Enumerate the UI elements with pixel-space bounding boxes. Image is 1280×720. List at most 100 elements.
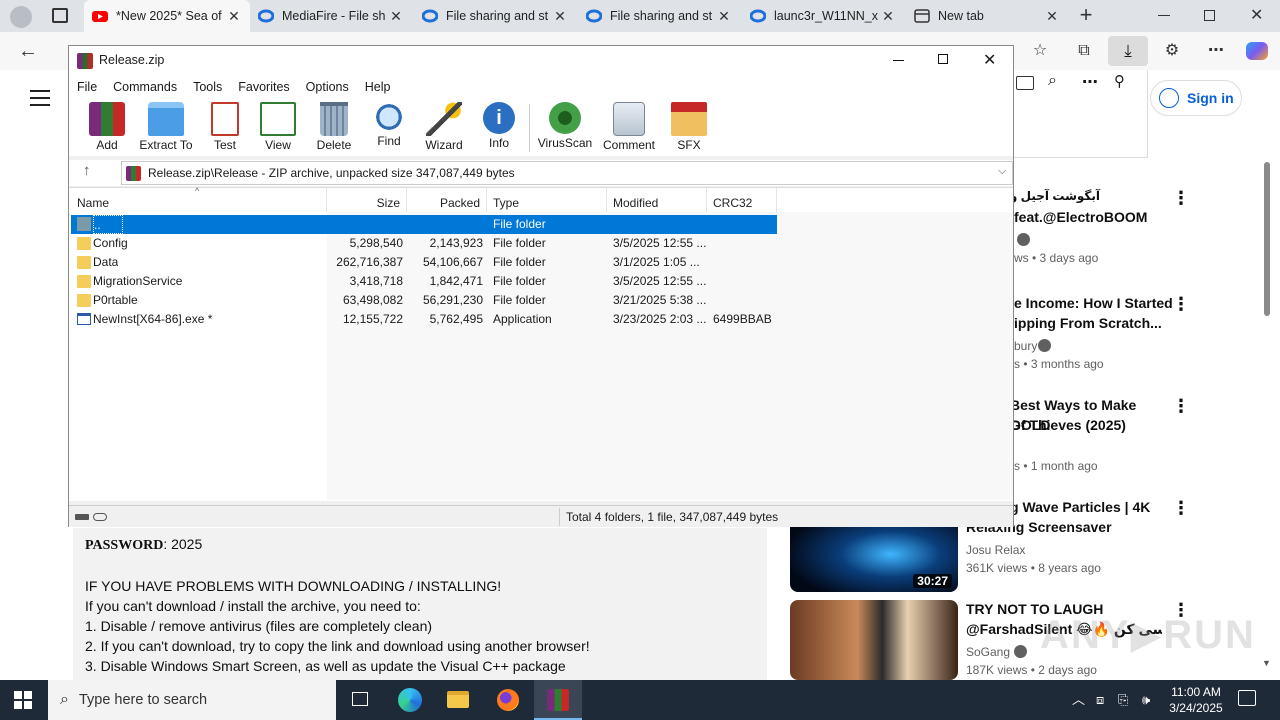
more-actions-icon[interactable]: ⋮	[1172, 498, 1190, 518]
back-arrow-icon[interactable]: ←	[16, 40, 40, 62]
hamburger-menu-icon[interactable]	[30, 90, 50, 106]
close-icon[interactable]: ✕	[388, 8, 404, 25]
related-video-title[interactable]: feat.@ElectroBOOM	[1014, 207, 1164, 227]
winrar-taskbar-icon[interactable]	[534, 680, 582, 720]
close-icon[interactable]: ✕	[1044, 8, 1060, 25]
more-actions-icon[interactable]: ⋮	[1172, 396, 1190, 416]
tab-youtube[interactable]: *New 2025* Sea of ✕	[84, 0, 250, 32]
column-header-packed[interactable]: Packed	[407, 188, 487, 212]
minimize-icon[interactable]	[1158, 15, 1170, 16]
archive-icon	[126, 166, 141, 181]
close-icon[interactable]: ✕	[983, 50, 996, 70]
menu-tools[interactable]: Tools	[185, 76, 230, 98]
close-icon[interactable]: ✕	[880, 8, 896, 25]
delete-button[interactable]: Delete	[311, 102, 357, 154]
close-icon[interactable]: ✕	[716, 8, 732, 25]
file-explorer-icon[interactable]	[434, 680, 482, 720]
column-header-crc32[interactable]: CRC32	[707, 188, 777, 212]
column-header-size[interactable]: Size	[327, 188, 407, 212]
related-video-title[interactable]: ipping From Scratch...	[1014, 313, 1174, 333]
menu-help[interactable]: Help	[357, 76, 399, 98]
scroll-down-icon[interactable]: ▼	[1262, 658, 1271, 668]
firefox-icon[interactable]	[484, 680, 532, 720]
file-type: Application	[493, 312, 552, 326]
favorites-star-icon[interactable]: ☆	[1028, 40, 1052, 62]
file-type: File folder	[493, 236, 546, 250]
pin-icon[interactable]: ⚲	[1114, 72, 1125, 90]
minimize-icon[interactable]	[893, 60, 904, 61]
edge-taskbar-icon[interactable]	[386, 680, 434, 720]
workspaces-icon[interactable]	[52, 8, 68, 23]
sfx-button[interactable]: SFX	[667, 102, 711, 154]
tab-new-tab[interactable]: New tab ✕	[906, 0, 1068, 32]
more-options-icon[interactable]: ⋯	[1204, 40, 1228, 62]
copilot-icon[interactable]	[1246, 42, 1268, 60]
file-row[interactable]: MigrationService 3,418,718 1,842,471 Fil…	[71, 272, 777, 291]
menu-file[interactable]: File	[69, 76, 105, 98]
close-icon[interactable]: ✕	[552, 8, 568, 25]
extensions-icon[interactable]: ⚙	[1160, 40, 1184, 62]
task-view-icon[interactable]	[336, 680, 384, 720]
tab-mediafire[interactable]: MediaFire - File sh ✕	[250, 0, 412, 32]
maximize-icon[interactable]	[938, 54, 948, 64]
wizard-button[interactable]: Wizard	[421, 102, 467, 154]
close-icon[interactable]: ✕	[226, 8, 242, 25]
close-window-icon[interactable]: ✕	[1250, 5, 1263, 25]
tab-file-sharing-1[interactable]: File sharing and st ✕	[414, 0, 576, 32]
column-header-modified[interactable]: Modified	[607, 188, 707, 212]
up-arrow-icon[interactable]: ↑	[83, 162, 91, 179]
search-placeholder: Type here to search	[78, 692, 208, 708]
virusscan-button[interactable]: VirusScan	[537, 102, 593, 154]
related-video-title[interactable]: Of Thieves (2025)	[1010, 415, 1170, 435]
volume-icon[interactable]: 🕪	[1142, 680, 1150, 720]
info-button[interactable]: i Info	[477, 102, 521, 154]
restore-icon[interactable]	[1204, 10, 1215, 21]
collections-icon[interactable]: ⧉	[1072, 40, 1096, 62]
start-windows-icon[interactable]	[14, 691, 32, 709]
view-button[interactable]: View	[255, 102, 301, 154]
file-row[interactable]: Data 262,716,387 54,106,667 File folder …	[71, 253, 777, 272]
more-icon[interactable]: ⋯	[1082, 72, 1098, 92]
related-video-title[interactable]: e Income: How I Started	[1014, 293, 1174, 313]
search-icon[interactable]: ⌕	[1048, 72, 1057, 90]
extract-to-button[interactable]: Extract To	[137, 102, 195, 154]
more-actions-icon[interactable]: ⋮	[1172, 294, 1190, 314]
clock[interactable]: 11:00 AM 3/24/2025	[1164, 680, 1228, 720]
video-thumbnail[interactable]	[790, 600, 958, 680]
path-field[interactable]: Release.zip\Release - ZIP archive, unpac…	[121, 161, 1013, 185]
file-row[interactable]: NewInst[X64-86].exe * 12,155,722 5,762,4…	[71, 310, 777, 329]
menu-favorites[interactable]: Favorites	[230, 76, 297, 98]
menu-options[interactable]: Options	[298, 76, 357, 98]
description-line: If you can't download / install the arch…	[85, 598, 421, 614]
scrollbar[interactable]: ▼	[1262, 158, 1272, 668]
file-modified: 3/21/2025 5:38 ...	[613, 293, 707, 307]
chevron-up-icon[interactable]: ︿	[1072, 680, 1085, 720]
downloads-icon[interactable]: ⤓	[1108, 36, 1148, 66]
find-button[interactable]: Find	[367, 102, 411, 154]
related-video-title[interactable]: g Wave Particles | 4K	[1010, 497, 1174, 517]
sign-in-button[interactable]: Sign in	[1150, 80, 1242, 116]
file-row-parent[interactable]: .. File folder	[71, 215, 777, 234]
folder-icon[interactable]	[1016, 76, 1034, 90]
sign-in-label: Sign in	[1187, 90, 1234, 106]
profile-icon[interactable]	[10, 6, 32, 28]
comment-button[interactable]: Comment	[599, 102, 659, 154]
chevron-down-icon[interactable]: ⌵	[998, 165, 1006, 178]
file-name: NewInst[X64-86].exe *	[93, 312, 213, 326]
more-actions-icon[interactable]: ⋮	[1172, 188, 1190, 208]
column-header-type[interactable]: Type	[487, 188, 607, 212]
scrollbar-thumb[interactable]	[1264, 162, 1270, 316]
tab-launcher[interactable]: launc3r_W11NN_x ✕	[742, 0, 904, 32]
test-button[interactable]: Test	[203, 102, 247, 154]
menu-commands[interactable]: Commands	[105, 76, 185, 98]
file-row[interactable]: Config 5,298,540 2,143,923 File folder 3…	[71, 234, 777, 253]
taskbar-search-box[interactable]: ⌕ Type here to search	[48, 680, 336, 720]
file-row[interactable]: P0rtable 63,498,082 56,291,230 File fold…	[71, 291, 777, 310]
tab-file-sharing-2[interactable]: File sharing and st ✕	[578, 0, 740, 32]
add-button[interactable]: Add	[85, 102, 129, 154]
winrar-title-bar[interactable]: Release.zip ✕	[69, 46, 1013, 76]
new-tab-plus-icon[interactable]: +	[1076, 4, 1096, 26]
device-icon[interactable]: ⧈	[1096, 680, 1104, 720]
network-icon[interactable]: ⎘	[1118, 680, 1128, 720]
notifications-icon[interactable]	[1238, 690, 1256, 706]
